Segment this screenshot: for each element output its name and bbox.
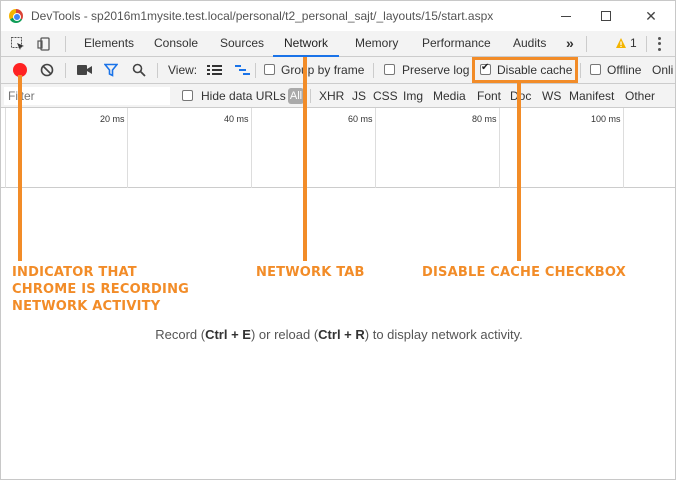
filter-type-manifest[interactable]: Manifest [569, 89, 614, 103]
timeline-label: 40 ms [224, 114, 249, 124]
hide-data-urls-label: Hide data URLs [201, 89, 286, 103]
timeline-label: 80 ms [472, 114, 497, 124]
recording-callout-line [18, 75, 22, 261]
preserve-log-checkbox[interactable] [384, 64, 395, 75]
timeline-gridline [251, 108, 252, 188]
timeline-label: 60 ms [348, 114, 373, 124]
toolbar-divider [373, 63, 374, 78]
throttling-select[interactable]: Onli [652, 63, 673, 77]
waterfall-overview-icon[interactable] [235, 64, 250, 76]
maximize-icon [601, 11, 611, 21]
disable-cache-highlight-box [472, 57, 578, 83]
offline-checkbox[interactable] [590, 64, 601, 75]
warnings-counter[interactable]: 1 [615, 36, 637, 50]
toolbar-divider [255, 63, 256, 78]
filter-type-xhr[interactable]: XHR [319, 89, 344, 103]
title-bar: DevTools - sp2016m1mysite.test.local/per… [1, 1, 675, 31]
preserve-log-label: Preserve log [402, 63, 470, 77]
inspect-element-icon[interactable] [10, 36, 26, 52]
toolbar-divider [157, 63, 158, 78]
filter-type-all[interactable]: All [288, 88, 304, 104]
filter-type-css[interactable]: CSS [373, 89, 398, 103]
minimize-icon [561, 15, 571, 17]
clear-icon[interactable] [40, 63, 54, 77]
timeline-gridline [127, 108, 128, 188]
toolbar-divider [646, 36, 647, 52]
group-by-frame-label: Group by frame [281, 63, 365, 77]
network-overview-timeline[interactable]: 20 ms 40 ms 60 ms 80 ms 100 ms [1, 108, 675, 188]
timeline-gridline [375, 108, 376, 188]
disable-cache-callout-text: DISABLE CACHE CHECKBOX [422, 265, 626, 280]
toolbar-divider [65, 36, 66, 52]
view-label: View: [168, 63, 198, 77]
filter-type-js[interactable]: JS [352, 89, 366, 103]
tab-audits[interactable]: Audits [511, 31, 548, 57]
filter-type-img[interactable]: Img [403, 89, 423, 103]
filter-type-other[interactable]: Other [625, 89, 655, 103]
timeline-label: 100 ms [591, 114, 621, 124]
maximize-button[interactable] [593, 5, 619, 27]
disable-cache-callout-line [517, 83, 521, 261]
panel-tab-bar: Elements Console Sources Network Memory … [1, 31, 675, 57]
filter-bar: Hide data URLs All XHR JS CSS Img Media … [1, 84, 675, 108]
warning-icon [616, 38, 626, 48]
screenshot-camera-icon[interactable] [77, 64, 93, 76]
network-tab-callout-text: NETWORK TAB [256, 265, 365, 280]
close-button[interactable]: ✕ [638, 5, 664, 27]
filter-icon[interactable] [104, 63, 118, 77]
filter-type-ws[interactable]: WS [542, 89, 561, 103]
group-by-frame-checkbox[interactable] [264, 64, 275, 75]
more-options-icon[interactable] [656, 36, 662, 52]
minimize-button[interactable] [553, 5, 579, 27]
network-tab-callout-line [303, 57, 307, 261]
tab-network[interactable]: Network [273, 31, 340, 57]
warning-count: 1 [630, 36, 637, 50]
toolbar-divider [65, 63, 66, 78]
devtools-window: DevTools - sp2016m1mysite.test.local/per… [0, 0, 676, 480]
filter-input[interactable] [4, 87, 170, 105]
chrome-logo-icon [9, 9, 23, 23]
toolbar-divider [586, 36, 587, 52]
reload-shortcut: Ctrl + R [318, 327, 365, 342]
filter-type-font[interactable]: Font [477, 89, 501, 103]
empty-state-message: Record (Ctrl + E) or reload (Ctrl + R) t… [155, 327, 523, 342]
timeline-gridline [623, 108, 624, 188]
timeline-gridline [5, 108, 6, 188]
hide-data-urls-checkbox[interactable] [182, 90, 193, 101]
recording-callout-text: INDICATOR THAT CHROME IS RECORDING NETWO… [12, 265, 190, 314]
offline-label: Offline [607, 63, 642, 77]
tab-memory[interactable]: Memory [353, 31, 400, 57]
more-tabs-button[interactable]: » [564, 31, 576, 57]
timeline-label: 20 ms [100, 114, 125, 124]
large-rows-icon[interactable] [207, 64, 222, 76]
tab-sources[interactable]: Sources [218, 31, 266, 57]
toolbar-divider [580, 63, 581, 78]
window-title: DevTools - sp2016m1mysite.test.local/per… [31, 9, 494, 23]
search-icon[interactable] [132, 63, 146, 77]
tab-performance[interactable]: Performance [420, 31, 493, 57]
filter-type-media[interactable]: Media [433, 89, 466, 103]
tab-elements[interactable]: Elements [82, 31, 136, 57]
tab-console[interactable]: Console [152, 31, 200, 57]
record-shortcut: Ctrl + E [205, 327, 251, 342]
device-toolbar-icon[interactable] [37, 36, 53, 52]
close-icon: ✕ [645, 7, 657, 24]
toolbar-divider [310, 89, 311, 103]
timeline-gridline [499, 108, 500, 188]
